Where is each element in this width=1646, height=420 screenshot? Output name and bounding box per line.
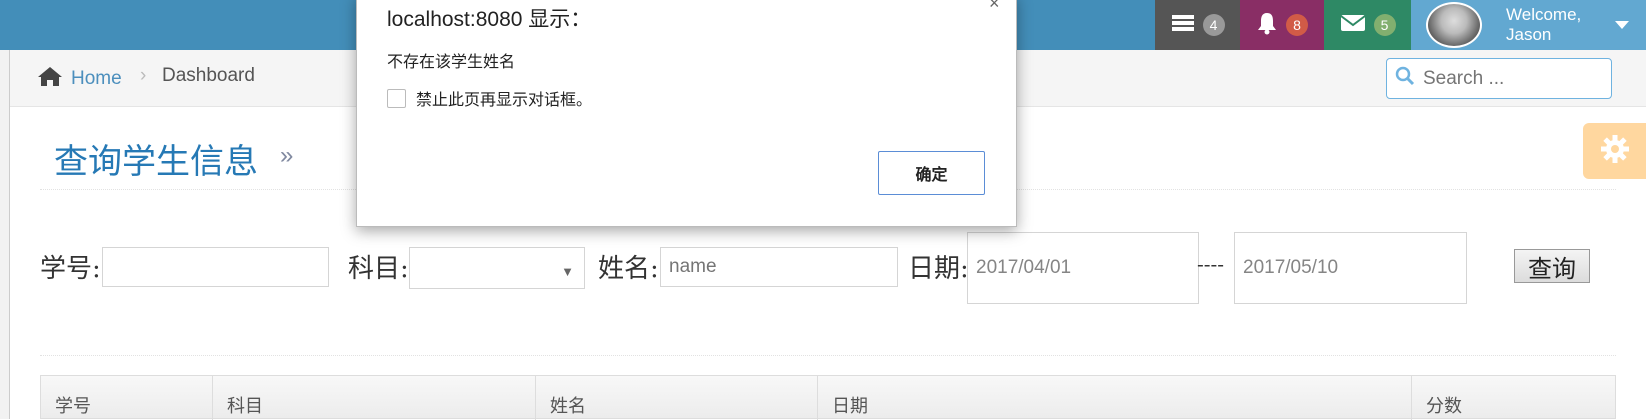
column-header-student-id[interactable]: 学号 — [41, 376, 213, 420]
notifications-badge: 8 — [1286, 14, 1308, 36]
column-header-subject[interactable]: 科目 — [213, 376, 536, 420]
search-input[interactable] — [1423, 67, 1603, 90]
date-range-separator: ---- — [1197, 252, 1225, 276]
page-title: 查询学生信息 — [54, 142, 258, 182]
tasks-badge: 4 — [1202, 14, 1225, 36]
user-menu[interactable]: Welcome, Jason — [1411, 0, 1646, 50]
bell-icon — [1256, 11, 1278, 40]
search-icon — [1395, 66, 1415, 91]
welcome-text: Welcome, Jason — [1506, 5, 1581, 45]
breadcrumb-current: Dashboard — [162, 65, 255, 86]
date-label: 日期: — [908, 254, 969, 284]
dialog-title: localhost:8080 显示： — [387, 8, 592, 31]
avatar — [1426, 2, 1482, 48]
search-box — [1386, 58, 1612, 99]
name-label: 姓名: — [598, 254, 659, 284]
date-to-field[interactable]: 2017/05/10 — [1234, 232, 1467, 304]
messages-badge: 5 — [1373, 14, 1396, 36]
column-header-name[interactable]: 姓名 — [536, 376, 818, 420]
divider — [40, 355, 1616, 356]
caret-down-icon — [1615, 21, 1630, 29]
query-button[interactable]: 查询 — [1514, 249, 1590, 283]
home-icon — [37, 65, 63, 93]
breadcrumb-home-link[interactable]: Home — [37, 65, 122, 93]
suppress-dialogs-option[interactable]: 禁止此页再显示对话框。 — [387, 86, 592, 110]
subject-select[interactable]: ▼ — [409, 247, 585, 289]
notifications-menu-button[interactable]: 8 — [1240, 0, 1324, 50]
column-header-score[interactable]: 分数 — [1412, 376, 1615, 420]
breadcrumb-separator: › — [140, 65, 147, 86]
ok-button[interactable]: 确定 — [878, 151, 985, 195]
chevron-down-icon: ▼ — [561, 264, 574, 279]
close-icon[interactable]: × — [989, 0, 1000, 14]
results-table-header: 学号 科目 姓名 日期 分数 — [40, 375, 1616, 420]
sidebar-edge — [0, 50, 10, 419]
date-from-field[interactable]: 2017/04/01 — [967, 232, 1199, 304]
welcome-greeting: Welcome, — [1506, 5, 1582, 24]
suppress-dialogs-label: 禁止此页再显示对话框。 — [416, 92, 593, 109]
student-id-label: 学号: — [40, 254, 101, 284]
envelope-icon — [1339, 13, 1366, 38]
tasks-icon — [1171, 13, 1195, 38]
student-id-field[interactable] — [102, 247, 329, 287]
suppress-dialogs-checkbox[interactable] — [387, 88, 406, 108]
column-header-date[interactable]: 日期 — [818, 376, 1412, 420]
page-title-suffix: » — [280, 142, 294, 169]
breadcrumb-home-label: Home — [71, 68, 122, 89]
alert-dialog: localhost:8080 显示： × 不存在该学生姓名 禁止此页再显示对话框… — [356, 0, 1017, 227]
dialog-message: 不存在该学生姓名 — [387, 54, 516, 71]
subject-label: 科目: — [348, 254, 409, 284]
tasks-menu-button[interactable]: 4 — [1155, 0, 1240, 50]
name-field[interactable] — [660, 247, 898, 287]
messages-menu-button[interactable]: 5 — [1324, 0, 1411, 50]
query-form: 学号: 科目: ▼ 姓名: 日期: 2017/04/01 ---- 2017/0… — [40, 230, 1616, 305]
welcome-username: Jason — [1506, 25, 1552, 44]
